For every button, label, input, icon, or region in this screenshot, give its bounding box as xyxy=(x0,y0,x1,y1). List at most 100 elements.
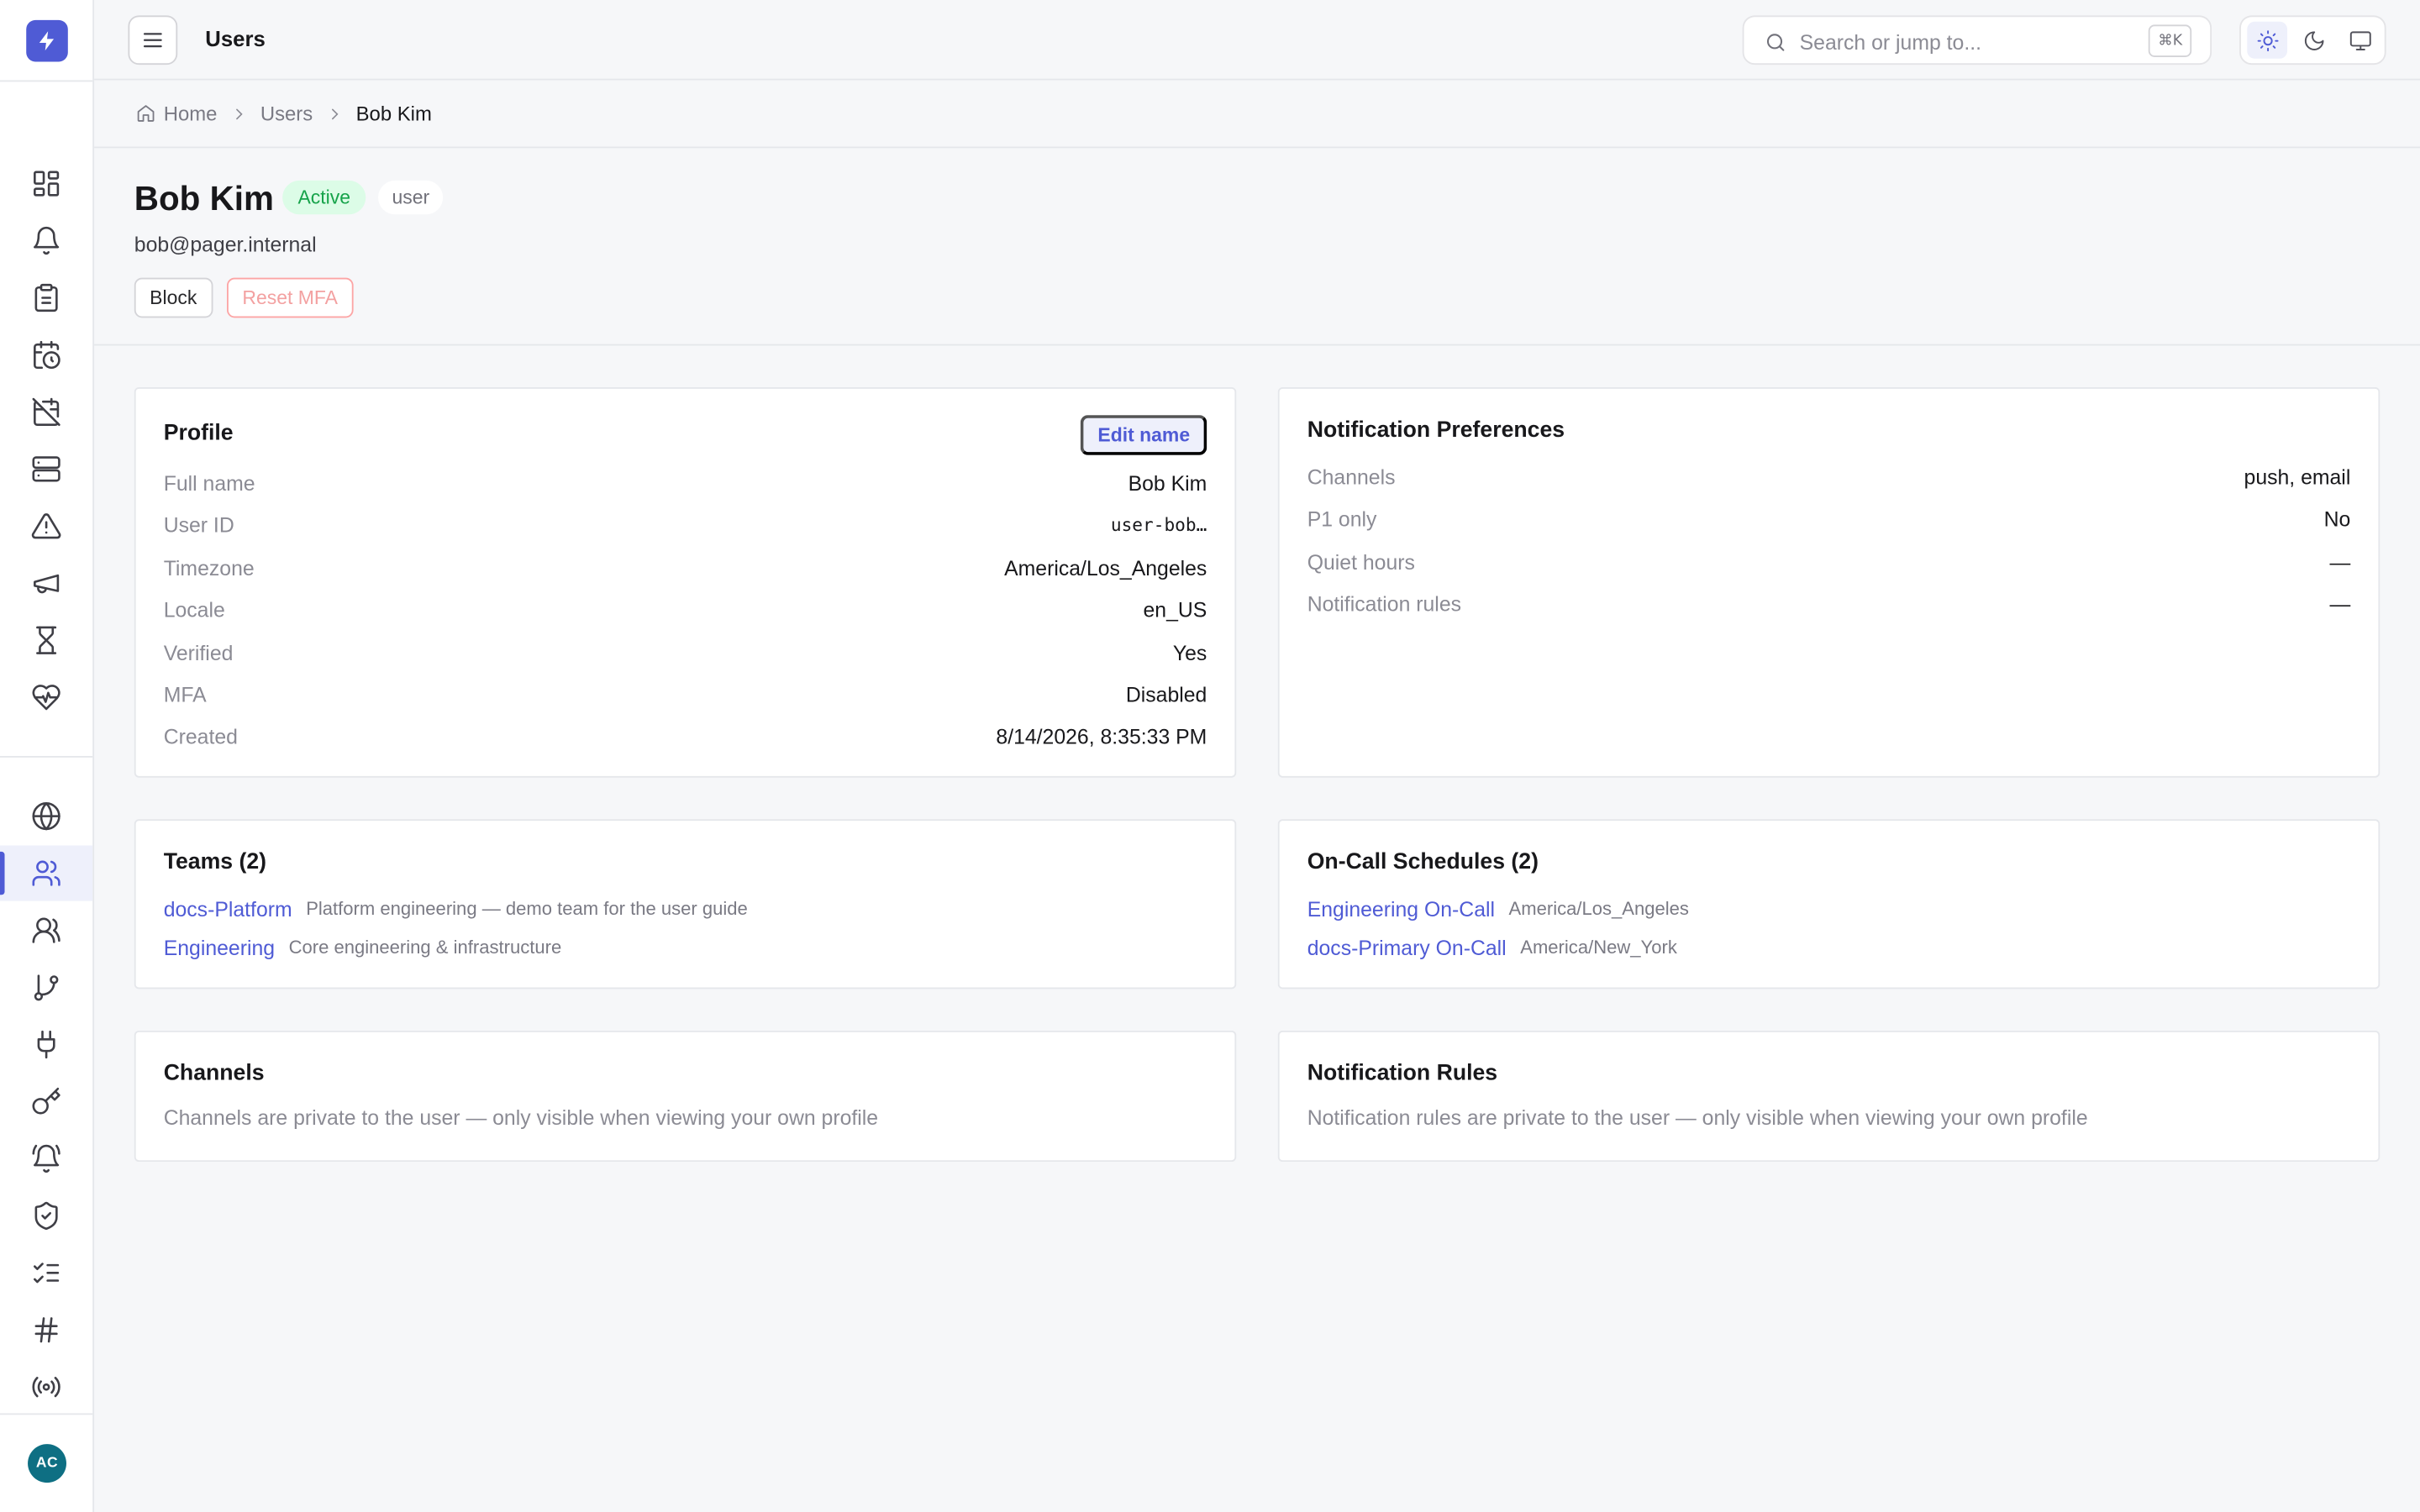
users-icon xyxy=(32,860,60,886)
team-link[interactable]: docs-Platform xyxy=(164,897,292,921)
schedule-timezone: America/Los_Angeles xyxy=(1508,897,1689,920)
nav-status-pages[interactable] xyxy=(0,789,92,844)
breadcrumb-home[interactable]: Home xyxy=(136,102,218,125)
nav-services[interactable] xyxy=(0,441,92,496)
user-header: Bob Kim Active user bob@pager.internal B… xyxy=(94,148,2420,346)
kv-label: Locale xyxy=(163,597,225,622)
profile-row-locale: Locale en_US xyxy=(164,594,1207,625)
home-icon xyxy=(137,105,155,122)
nav-teams[interactable] xyxy=(0,902,92,958)
breadcrumb-home-label: Home xyxy=(163,102,218,125)
kv-label: Created xyxy=(163,724,238,748)
theme-light-button[interactable] xyxy=(2247,21,2288,59)
profile-row-full-name: Full name Bob Kim xyxy=(164,468,1207,499)
nav-escalations[interactable] xyxy=(0,498,92,554)
search-input[interactable] xyxy=(1799,28,2139,56)
theme-switcher xyxy=(2239,15,2386,66)
role-badge: user xyxy=(378,180,444,215)
schedule-timezone: America/New_York xyxy=(1520,936,1677,958)
heart-pulse-icon xyxy=(32,685,60,711)
menu-toggle-button[interactable] xyxy=(128,15,178,66)
nav-api-keys[interactable] xyxy=(0,1074,92,1129)
teams-icon xyxy=(32,917,60,943)
hamburger-icon xyxy=(143,33,162,48)
server-icon xyxy=(32,456,60,482)
team-description: Core engineering & infrastructure xyxy=(288,936,562,958)
nav-users[interactable] xyxy=(0,845,93,901)
notification-rules-private-message: Notification rules are private to the us… xyxy=(1307,1105,2088,1130)
nav-health[interactable] xyxy=(0,669,92,725)
nav-tasks[interactable] xyxy=(0,1245,92,1300)
search-box[interactable]: ⌘K xyxy=(1742,15,2212,66)
profile-row-user-id: User ID user-bob… xyxy=(164,509,1207,540)
sun-icon xyxy=(2256,29,2278,51)
calendar-off-icon xyxy=(32,397,60,427)
nav-announcements[interactable] xyxy=(0,555,92,611)
nav-channels[interactable] xyxy=(0,1302,92,1357)
theme-system-button[interactable] xyxy=(2339,22,2380,59)
nav-overrides[interactable] xyxy=(0,384,92,439)
nav-integrations[interactable] xyxy=(0,1016,92,1072)
clipboard-icon xyxy=(34,283,58,312)
key-icon xyxy=(32,1087,60,1115)
nav-workflows[interactable] xyxy=(0,959,92,1015)
schedule-link[interactable]: Engineering On-Call xyxy=(1307,897,1495,921)
kv-value: No xyxy=(2323,507,2351,530)
notification-rules-card: Notification Rules Notification rules ar… xyxy=(1277,1030,2381,1163)
top-bar: Users ⌘K xyxy=(94,0,2420,81)
team-item: docs-Platform Platform engineering — dem… xyxy=(164,893,748,924)
team-link[interactable]: Engineering xyxy=(164,936,275,959)
nav-broadcast[interactable] xyxy=(0,1359,92,1415)
kv-value: America/Los_Angeles xyxy=(1004,556,1207,580)
schedule-item: docs-Primary On-Call America/New_York xyxy=(1307,932,1677,963)
team-item: Engineering Core engineering & infrastru… xyxy=(164,932,562,963)
kv-value: Yes xyxy=(1172,641,1207,664)
search-shortcut-hint: ⌘K xyxy=(2149,24,2192,57)
schedules-card-title: On-Call Schedules (2) xyxy=(1307,850,1539,875)
status-badge: Active xyxy=(282,180,366,215)
pref-row-quiet-hours: Quiet hours — xyxy=(1307,546,2351,577)
user-avatar[interactable]: AC xyxy=(28,1444,66,1483)
pref-row-notification-rules: Notification rules — xyxy=(1307,588,2351,619)
page-section-title: Users xyxy=(205,26,266,51)
kv-value: user-bob… xyxy=(1110,513,1207,536)
profile-card: Profile Edit name Full name Bob Kim User… xyxy=(134,387,1237,778)
kv-value: — xyxy=(2329,549,2351,574)
app-logo[interactable] xyxy=(26,19,68,62)
team-description: Platform engineering — demo team for the… xyxy=(306,897,748,920)
breadcrumb-users[interactable]: Users xyxy=(260,102,313,125)
reset-mfa-button[interactable]: Reset MFA xyxy=(227,277,354,318)
sidebar-divider xyxy=(0,80,93,82)
nav-alerts[interactable] xyxy=(0,213,92,268)
on-call-schedules-card: On-Call Schedules (2) Engineering On-Cal… xyxy=(1277,819,2381,990)
chevron-right-icon xyxy=(331,108,338,119)
teams-card: Teams (2) docs-Platform Platform enginee… xyxy=(134,819,1237,990)
kv-label: Verified xyxy=(163,641,234,664)
nav-security[interactable] xyxy=(0,1188,92,1243)
kv-value: en_US xyxy=(1143,597,1207,622)
theme-dark-button[interactable] xyxy=(2293,22,2333,59)
schedule-item: Engineering On-Call America/Los_Angeles xyxy=(1307,893,1689,924)
schedule-link[interactable]: docs-Primary On-Call xyxy=(1307,936,1507,959)
edit-name-button[interactable]: Edit name xyxy=(1081,415,1207,455)
nav-incidents[interactable] xyxy=(0,270,92,325)
kv-label: User ID xyxy=(163,512,234,537)
breadcrumb: Home Users Bob Kim xyxy=(94,81,2420,149)
shield-check-icon xyxy=(34,1201,58,1231)
profile-row-timezone: Timezone America/Los_Angeles xyxy=(164,553,1207,584)
nav-timers[interactable] xyxy=(0,612,92,668)
nav-dashboard[interactable] xyxy=(0,156,92,212)
calendar-clock-icon xyxy=(34,340,60,370)
block-user-button[interactable]: Block xyxy=(134,277,213,318)
bell-ring-icon xyxy=(32,1144,60,1173)
teams-card-title: Teams (2) xyxy=(163,850,267,875)
megaphone-icon xyxy=(34,574,60,594)
alert-triangle-icon xyxy=(31,513,61,539)
kv-label: Channels xyxy=(1307,465,1396,489)
pref-row-p1-only: P1 only No xyxy=(1307,503,2351,534)
moon-icon xyxy=(2303,30,2323,50)
channels-private-message: Channels are private to the user — only … xyxy=(163,1105,879,1130)
nav-notifications[interactable] xyxy=(0,1131,92,1186)
nav-schedules[interactable] xyxy=(0,327,92,382)
profile-card-title: Profile xyxy=(163,421,234,446)
